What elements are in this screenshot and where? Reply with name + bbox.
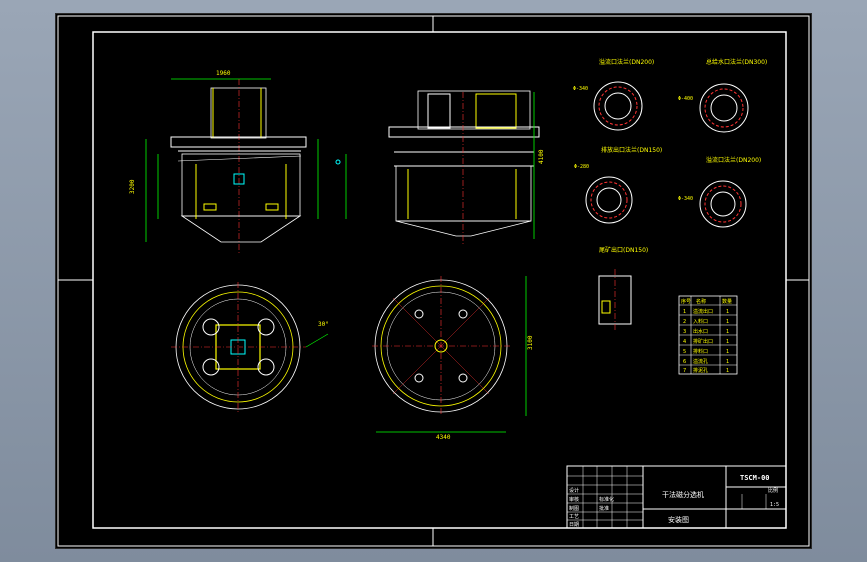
bom-row-3-no: 3 (683, 329, 686, 335)
flange-detail-1[interactable]: 溢流口法兰(DN200) Φ-340 (573, 58, 654, 131)
plan-view-left[interactable]: 30° (171, 282, 329, 414)
bom-row-7-qty: 1 (726, 368, 729, 374)
tb-label-process: 工艺 (569, 514, 579, 520)
bom-row-4-qty: 1 (726, 339, 729, 345)
bom-row-7-no: 7 (683, 368, 686, 374)
bom-row-4-no: 4 (683, 339, 686, 345)
flange-pcd-3: Φ-280 (574, 164, 589, 170)
cad-drawing-canvas[interactable]: 1960 3200 4100 30° 4340 3100 溢流口法兰(DN200… (56, 14, 811, 548)
bom-row-1-name: 溢流出口 (693, 308, 713, 315)
bom-header-name: 名称 (696, 298, 706, 305)
flange-title-2: 总给水口法兰(DN300) (706, 58, 767, 66)
plan-view-right[interactable]: 4340 3100 (372, 276, 534, 441)
bom-row-4-name: 排矿出口 (693, 338, 713, 345)
title-block[interactable]: 设计 审核 制图 工艺 日期 标准化 批准 干法磁分选机 安装图 TSCM-00… (566, 465, 787, 529)
bom-row-2-name: 入料口 (693, 318, 708, 325)
dim-plan-width: 4340 (436, 434, 451, 441)
drawing-viewport[interactable]: 1960 3200 4100 30° 4340 3100 溢流口法兰(DN200… (56, 14, 811, 548)
flange-detail-4[interactable]: 溢流口法兰(DN200) Φ-340 (678, 156, 761, 228)
side-elevation-view[interactable]: 4100 (388, 90, 545, 244)
bom-row-5-no: 5 (683, 349, 686, 355)
flange-title-4: 溢流口法兰(DN200) (706, 156, 761, 164)
tb-drawing-code: TSCM-00 (740, 474, 770, 482)
bom-row-2-no: 2 (683, 319, 686, 325)
tb-drawing-name: 干法磁分选机 (662, 490, 704, 499)
dim-front-height: 3200 (129, 179, 136, 194)
bom-row-6-no: 6 (683, 359, 686, 365)
bom-row-3-name: 出水口 (693, 328, 708, 335)
tb-scale-ratio: 1:5 (770, 502, 779, 508)
bom-row-3-qty: 1 (726, 329, 729, 335)
dim-angle: 30° (318, 321, 329, 328)
bom-header-qty: 数量 (722, 298, 732, 305)
bom-row-1-qty: 1 (726, 309, 729, 315)
tb-mid-standard: 标准化 (599, 496, 614, 503)
bom-row-5-qty: 1 (726, 349, 729, 355)
dim-plan-height: 3100 (527, 335, 534, 350)
dim-tall-height: 4100 (538, 149, 545, 164)
flange-title-5: 尾矿出口(DN150) (599, 246, 648, 254)
flange-pcd-4: Φ-340 (678, 196, 693, 202)
outlet-detail[interactable]: 尾矿出口(DN150) (598, 246, 648, 330)
flange-pcd-2: Φ-400 (678, 96, 693, 102)
flange-pcd-1: Φ-340 (573, 86, 588, 92)
bom-row-6-name: 溢流孔 (693, 358, 708, 365)
bom-header-no: 序号 (681, 298, 691, 305)
dim-top-width: 1960 (216, 70, 231, 77)
tb-label-design: 设计 (569, 487, 579, 494)
bom-row-6-qty: 1 (726, 359, 729, 365)
bom-row-1-no: 1 (683, 309, 686, 315)
tb-label-draw: 制图 (569, 505, 579, 512)
tb-label-review: 审核 (569, 496, 579, 503)
bom-row-5-name: 排料口 (693, 348, 708, 355)
bom-row-2-qty: 1 (726, 319, 729, 325)
flange-title-1: 溢流口法兰(DN200) (599, 58, 654, 66)
bom-table[interactable]: 序号 名称 数量 1 溢流出口 1 2 入料口 1 3 出水口 1 4 排矿出口… (678, 295, 738, 375)
tb-mid-approve: 批准 (599, 505, 609, 512)
flange-title-3: 排放出口法兰(DN150) (601, 146, 662, 154)
bom-row-7-name: 排泥孔 (693, 367, 708, 374)
flange-detail-2[interactable]: 总给水口法兰(DN300) Φ-400 (678, 58, 767, 133)
front-elevation-view[interactable]: 1960 3200 (129, 70, 347, 254)
flange-detail-3[interactable]: 排放出口法兰(DN150) Φ-280 (574, 146, 662, 224)
tb-drawing-sub: 安装图 (668, 515, 689, 524)
tb-label-date: 日期 (569, 522, 579, 528)
tb-scale-label: 比例 (768, 487, 778, 494)
